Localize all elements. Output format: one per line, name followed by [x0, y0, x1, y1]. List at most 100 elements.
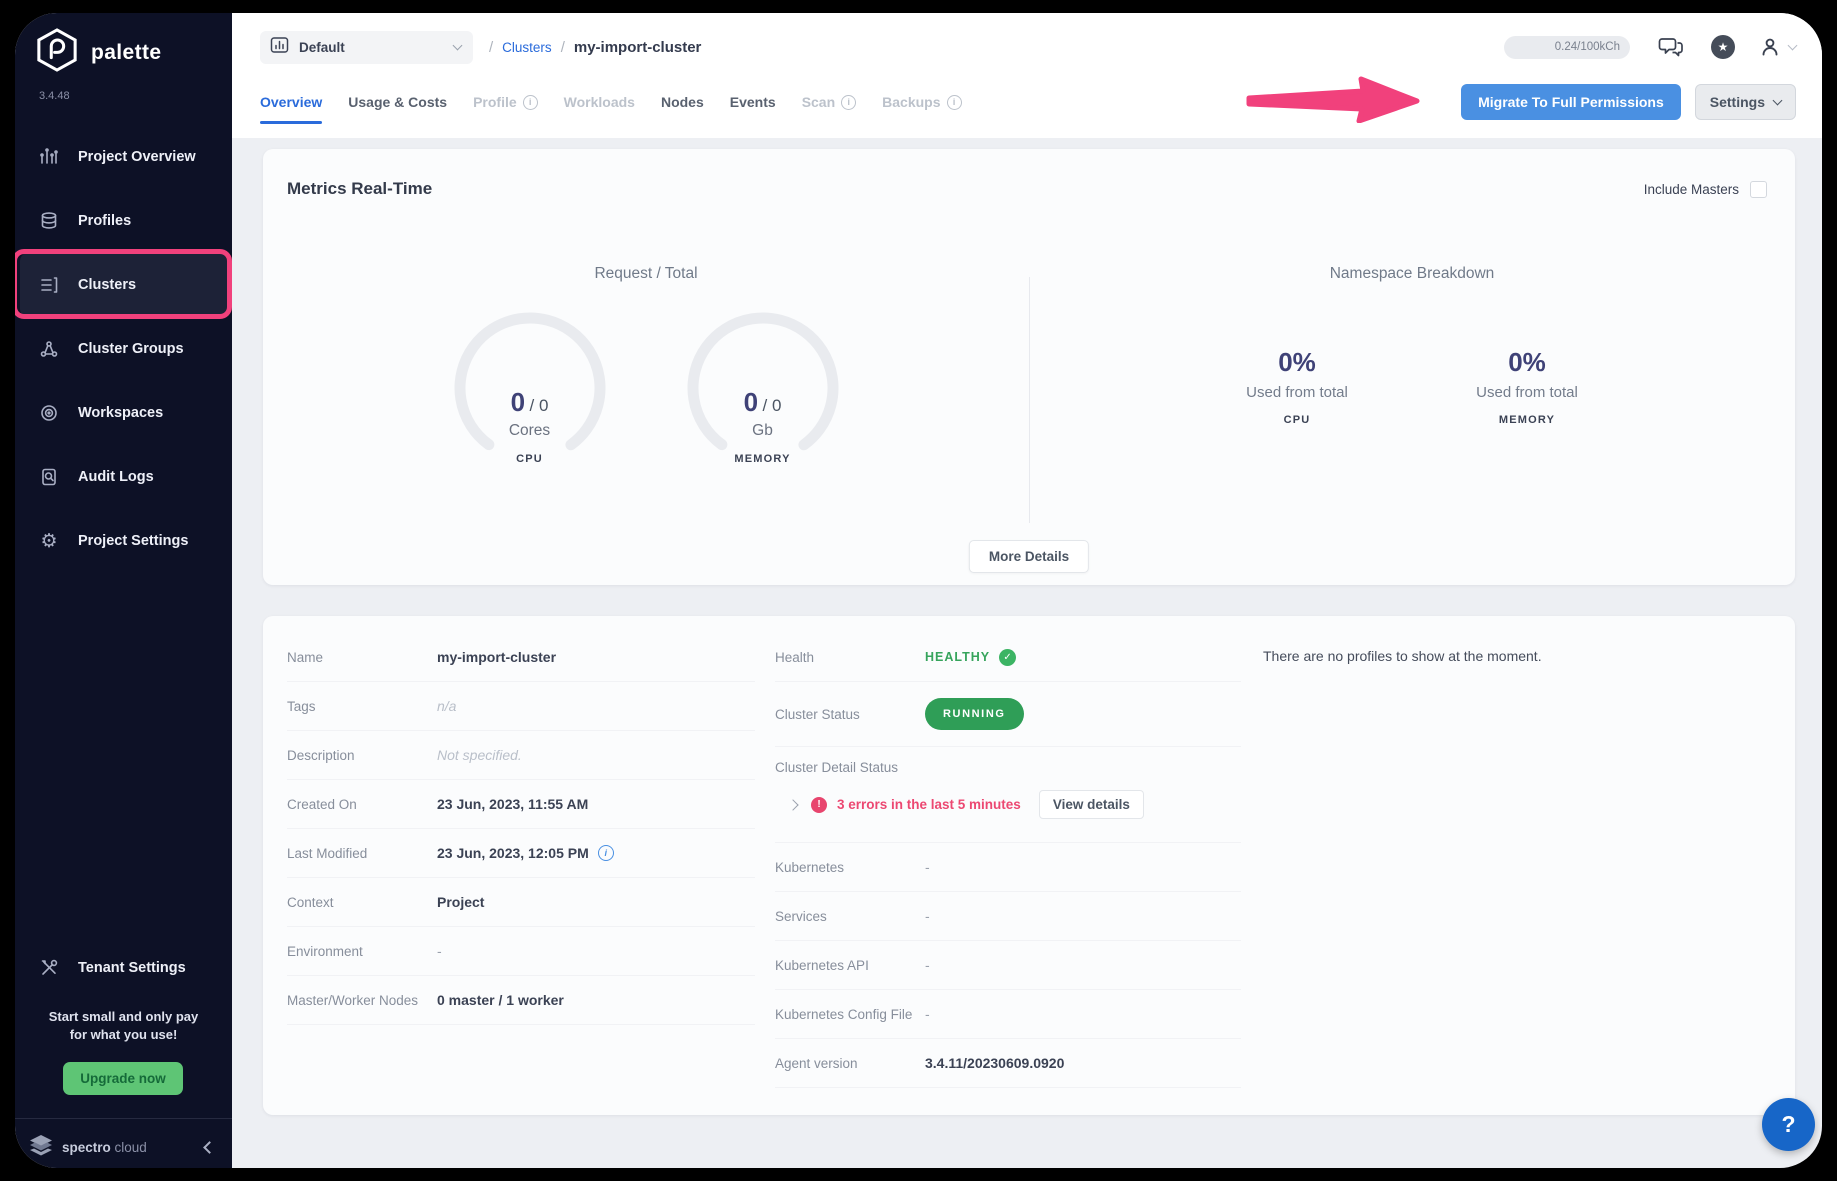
- sidebar-item-audit-logs[interactable]: Audit Logs: [15, 445, 232, 509]
- header-actions: Migrate To Full Permissions Settings: [1461, 84, 1796, 120]
- tab-usage-costs[interactable]: Usage & Costs: [348, 94, 447, 110]
- tabs: Overview Usage & Costs Profile Workloads…: [260, 94, 962, 110]
- metrics-header: Metrics Real-Time Include Masters: [263, 149, 1795, 199]
- sidebar-item-label: Profiles: [78, 213, 131, 229]
- breadcrumb-current: my-import-cluster: [574, 39, 702, 56]
- topbar: Default / Clusters / my-import-cluster 0…: [232, 13, 1822, 75]
- detail-row-agent-version: Agent version 3.4.11/20230609.0920: [775, 1039, 1241, 1088]
- brand-logo[interactable]: palette: [36, 28, 162, 77]
- details-right-column: Health HEALTHY Cluster Status RUNNING Cl…: [775, 633, 1241, 1088]
- tab-overview[interactable]: Overview: [260, 94, 322, 110]
- user-icon[interactable]: [1759, 36, 1781, 58]
- error-icon: [811, 797, 827, 813]
- sidebar-nav: Project Overview Profiles Clusters: [15, 125, 232, 573]
- gauges: 0 / 0 Cores CPU: [263, 309, 1029, 467]
- upgrade-now-button[interactable]: Upgrade now: [63, 1062, 183, 1095]
- info-icon: [523, 95, 538, 110]
- detail-row-name: Name my-import-cluster: [287, 633, 755, 682]
- info-icon: [841, 95, 856, 110]
- tab-nodes[interactable]: Nodes: [661, 94, 704, 110]
- star-badge-icon[interactable]: ★: [1711, 35, 1735, 59]
- health-status-text: HEALTHY: [925, 650, 990, 664]
- namespace-stats: 0% Used from total CPU 0% Used from tota…: [1029, 347, 1795, 426]
- tab-scan[interactable]: Scan: [802, 94, 856, 110]
- namespace-memory-stat: 0% Used from total MEMORY: [1471, 347, 1583, 426]
- detail-row-health: Health HEALTHY: [775, 633, 1241, 682]
- request-total-title: Request / Total: [263, 265, 1029, 283]
- credits-badge: 0.24/100kCh: [1504, 36, 1630, 59]
- sidebar-tenant: Tenant Settings: [15, 936, 232, 1000]
- detail-row-context: Context Project: [287, 878, 755, 927]
- breadcrumb: / Clusters / my-import-cluster: [489, 39, 701, 56]
- migrate-to-full-permissions-button[interactable]: Migrate To Full Permissions: [1461, 84, 1681, 120]
- detail-row-description: Description Not specified.: [287, 731, 755, 780]
- info-icon: [947, 95, 962, 110]
- tools-icon: [39, 958, 59, 978]
- sidebar-item-clusters[interactable]: Clusters: [20, 253, 227, 317]
- workspace-icon: [39, 403, 59, 423]
- tab-workloads[interactable]: Workloads: [564, 94, 635, 110]
- expand-chevron-icon[interactable]: [787, 799, 798, 810]
- app-window: palette 3.4.48 Project Overview Profiles: [15, 13, 1822, 1168]
- view-details-button[interactable]: View details: [1039, 790, 1144, 819]
- page-header: Default / Clusters / my-import-cluster 0…: [232, 13, 1822, 138]
- app-version: 3.4.48: [39, 90, 70, 102]
- details-left-column: Name my-import-cluster Tags n/a Descript…: [287, 633, 755, 1025]
- chart-icon: [39, 147, 59, 167]
- chevron-down-icon: [453, 41, 463, 51]
- namespace-cpu-stat: 0% Used from total CPU: [1241, 347, 1353, 426]
- namespace-breakdown-title: Namespace Breakdown: [1029, 265, 1795, 283]
- detail-row-cluster-detail-status: Cluster Detail Status 3 errors in the la…: [775, 747, 1241, 843]
- spectro-cloud-logo-icon: [28, 1134, 54, 1161]
- help-button[interactable]: ?: [1762, 1098, 1815, 1151]
- sidebar-item-label: Workspaces: [78, 405, 163, 421]
- page-content: Metrics Real-Time Include Masters Reques…: [232, 138, 1822, 1168]
- topbar-actions: 0.24/100kCh ★: [1504, 35, 1796, 59]
- screenshot-frame: palette 3.4.48 Project Overview Profiles: [0, 0, 1837, 1181]
- detail-row-tags: Tags n/a: [287, 682, 755, 731]
- detail-row-kubernetes: Kubernetes -: [775, 843, 1241, 892]
- running-status-badge: RUNNING: [925, 698, 1024, 730]
- sidebar-item-label: Cluster Groups: [78, 341, 184, 357]
- chat-icon[interactable]: [1658, 35, 1685, 59]
- project-scope-icon: [270, 36, 289, 59]
- footer-brand: spectro cloud: [62, 1140, 147, 1155]
- brand-name: palette: [91, 41, 162, 65]
- layers-icon: [39, 211, 59, 231]
- sidebar-item-profiles[interactable]: Profiles: [15, 189, 232, 253]
- cluster-list-icon: [39, 275, 59, 295]
- sidebar-item-project-settings[interactable]: ⚙ Project Settings: [15, 509, 232, 573]
- info-icon[interactable]: [598, 845, 614, 861]
- detail-row-last-modified: Last Modified 23 Jun, 2023, 12:05 PM: [287, 829, 755, 878]
- settings-button[interactable]: Settings: [1695, 84, 1796, 120]
- sidebar-item-workspaces[interactable]: Workspaces: [15, 381, 232, 445]
- profiles-column: There are no profiles to show at the mom…: [1263, 648, 1755, 666]
- include-masters-toggle: Include Masters: [1644, 181, 1767, 198]
- tab-backups[interactable]: Backups: [882, 94, 961, 110]
- palette-logo-icon: [36, 28, 78, 77]
- audit-log-icon: [39, 467, 59, 487]
- breadcrumb-clusters-link[interactable]: Clusters: [502, 40, 552, 55]
- more-details-button[interactable]: More Details: [969, 540, 1089, 573]
- sidebar-footer-divider: [15, 1118, 232, 1119]
- profiles-empty-message: There are no profiles to show at the mom…: [1263, 648, 1542, 664]
- detail-row-cluster-status: Cluster Status RUNNING: [775, 682, 1241, 747]
- sidebar-item-tenant-settings[interactable]: Tenant Settings: [15, 936, 232, 1000]
- sidebar-item-label: Audit Logs: [78, 469, 154, 485]
- sidebar-collapse-icon[interactable]: [203, 1141, 216, 1154]
- gear-icon: ⚙: [39, 531, 59, 551]
- chevron-down-icon[interactable]: [1788, 41, 1798, 51]
- detail-row-kubernetes-api: Kubernetes API -: [775, 941, 1241, 990]
- project-selector-value: Default: [299, 40, 345, 55]
- project-selector[interactable]: Default: [260, 31, 473, 64]
- sidebar-item-project-overview[interactable]: Project Overview: [15, 125, 232, 189]
- include-masters-checkbox[interactable]: [1750, 181, 1767, 198]
- sidebar-item-label: Tenant Settings: [78, 960, 186, 976]
- detail-row-master-worker-nodes: Master/Worker Nodes 0 master / 1 worker: [287, 976, 755, 1025]
- tab-events[interactable]: Events: [730, 94, 776, 110]
- tab-profile[interactable]: Profile: [473, 94, 538, 110]
- detail-row-created-on: Created On 23 Jun, 2023, 11:55 AM: [287, 780, 755, 829]
- sidebar-item-cluster-groups[interactable]: Cluster Groups: [15, 317, 232, 381]
- detail-row-environment: Environment -: [287, 927, 755, 976]
- namespace-breakdown-panel: Namespace Breakdown 0% Used from total C…: [1029, 219, 1795, 585]
